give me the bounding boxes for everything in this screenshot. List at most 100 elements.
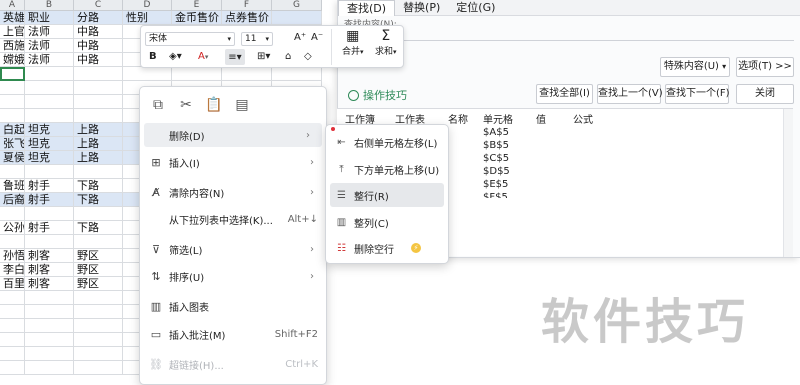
grid-cell[interactable]: 百里玄策 bbox=[0, 277, 25, 291]
grid-cell[interactable] bbox=[25, 347, 74, 361]
grid-cell[interactable] bbox=[25, 81, 74, 95]
column-header[interactable]: G bbox=[272, 0, 322, 11]
grid-cell[interactable]: 刺客 bbox=[25, 249, 74, 263]
submenu-item-entire-row[interactable]: ☰ 整行(R) bbox=[330, 183, 444, 207]
paste-special-icon[interactable]: ▤ bbox=[234, 97, 250, 113]
grid-cell[interactable]: 野区 bbox=[74, 277, 123, 291]
menu-item-filter[interactable]: ⊽ 筛选(L) › bbox=[140, 237, 326, 261]
grid-cell[interactable] bbox=[25, 95, 74, 109]
column-header[interactable]: C bbox=[74, 0, 123, 11]
grid-cell[interactable]: 李白 bbox=[0, 263, 25, 277]
grid-cell[interactable] bbox=[74, 67, 123, 81]
grid-cell[interactable]: 夏侯惇 bbox=[0, 151, 25, 165]
grid-cell[interactable]: 射手 bbox=[25, 179, 74, 193]
grid-cell[interactable]: 鲁班 bbox=[0, 179, 25, 193]
grid-cell[interactable] bbox=[0, 207, 25, 221]
grid-cell[interactable]: 白起 bbox=[0, 123, 25, 137]
font-family-select[interactable]: 宋体 ▾ bbox=[145, 32, 235, 46]
grid-cell[interactable]: 下路 bbox=[74, 179, 123, 193]
grid-cell[interactable] bbox=[123, 67, 172, 81]
grid-cell[interactable] bbox=[25, 361, 74, 375]
grid-cell[interactable] bbox=[74, 361, 123, 375]
grid-cell[interactable]: 上官婉儿 bbox=[0, 25, 25, 39]
grid-cell[interactable]: 职业 bbox=[25, 11, 74, 25]
merge-button[interactable]: ▦ 合并▾ bbox=[342, 28, 364, 57]
align-button[interactable]: ≡▾ bbox=[225, 49, 245, 65]
grid-cell[interactable] bbox=[74, 305, 123, 319]
menu-item-insert[interactable]: ⊞ 插入(I) › bbox=[140, 150, 326, 174]
grid-cell[interactable] bbox=[172, 67, 222, 81]
special-content-button[interactable]: 特殊内容(U) ▾ bbox=[660, 57, 730, 77]
grid-cell[interactable] bbox=[74, 291, 123, 305]
grid-cell[interactable]: 上路 bbox=[74, 123, 123, 137]
column-header[interactable]: A bbox=[0, 0, 25, 11]
column-header[interactable]: F bbox=[222, 0, 272, 11]
grid-cell[interactable]: 后裔 bbox=[0, 193, 25, 207]
table-row[interactable] bbox=[0, 67, 340, 81]
menu-item-insert-chart[interactable]: ▥ 插入图表 bbox=[140, 294, 326, 318]
find-next-button[interactable]: 查找下一个(F) bbox=[665, 84, 730, 104]
grid-cell[interactable]: 孙悟空 bbox=[0, 249, 25, 263]
grid-cell[interactable]: 坦克 bbox=[25, 123, 74, 137]
grid-cell[interactable]: 西施 bbox=[0, 39, 25, 53]
result-cell[interactable]: $B$5 bbox=[483, 140, 509, 151]
grid-cell[interactable] bbox=[0, 109, 25, 123]
submenu-item-shift-left[interactable]: ⇤ 右侧单元格左移(L) bbox=[330, 130, 444, 154]
font-size-select[interactable]: 11 ▾ bbox=[241, 32, 273, 46]
grid-cell[interactable] bbox=[74, 347, 123, 361]
grid-cell[interactable] bbox=[25, 305, 74, 319]
grid-cell[interactable]: 坦克 bbox=[25, 151, 74, 165]
grid-cell[interactable] bbox=[74, 319, 123, 333]
paste-icon[interactable]: 📋 bbox=[205, 97, 222, 113]
copy-icon[interactable]: ⧉ bbox=[150, 97, 166, 113]
find-all-button[interactable]: 查找全部(I) bbox=[536, 84, 593, 104]
tab-replace[interactable]: 替换(P) bbox=[395, 0, 448, 16]
grid-cell[interactable]: 射手 bbox=[25, 221, 74, 235]
result-cell[interactable]: $F$5 bbox=[483, 192, 508, 198]
grid-cell[interactable]: 刺客 bbox=[25, 277, 74, 291]
grid-cell[interactable]: 野区 bbox=[74, 263, 123, 277]
grid-cell[interactable] bbox=[74, 81, 123, 95]
format-painter-button[interactable]: ⌂ bbox=[285, 51, 291, 62]
grid-cell[interactable]: 刺客 bbox=[25, 263, 74, 277]
grid-cell[interactable]: 性别 bbox=[123, 11, 172, 25]
grid-cell[interactable] bbox=[25, 235, 74, 249]
grid-cell[interactable]: 点券售价 bbox=[222, 11, 272, 25]
options-button[interactable]: 选项(T) >> bbox=[736, 57, 794, 77]
cut-icon[interactable]: ✂ bbox=[178, 97, 194, 113]
grid-cell[interactable] bbox=[25, 67, 74, 81]
grid-cell[interactable]: 金币售价 bbox=[172, 11, 222, 25]
menu-item-delete[interactable]: 删除(D) › bbox=[144, 123, 322, 147]
results-scrollbar[interactable] bbox=[783, 109, 793, 257]
submenu-item-entire-column[interactable]: ▥ 整列(C) bbox=[330, 210, 444, 234]
grid-cell[interactable] bbox=[25, 109, 74, 123]
grid-cell[interactable]: 法师 bbox=[25, 53, 74, 67]
tab-goto[interactable]: 定位(G) bbox=[448, 0, 503, 16]
grid-cell[interactable] bbox=[0, 165, 25, 179]
tab-find[interactable]: 查找(D) bbox=[338, 0, 396, 16]
column-header[interactable]: D bbox=[123, 0, 172, 11]
sum-button[interactable]: Σ 求和▾ bbox=[375, 28, 397, 57]
grid-cell[interactable]: 下路 bbox=[74, 221, 123, 235]
grid-cell[interactable] bbox=[0, 81, 25, 95]
grid-cell[interactable] bbox=[222, 67, 272, 81]
grid-cell[interactable] bbox=[0, 235, 25, 249]
grid-cell[interactable] bbox=[25, 319, 74, 333]
grid-cell[interactable] bbox=[0, 333, 25, 347]
result-cell[interactable]: $E$5 bbox=[483, 179, 508, 190]
grid-cell[interactable] bbox=[25, 291, 74, 305]
grid-cell[interactable] bbox=[25, 207, 74, 221]
grid-cell[interactable]: 上路 bbox=[74, 137, 123, 151]
grid-cell[interactable]: 嫦娥 bbox=[0, 53, 25, 67]
borders-button[interactable]: ⊞▾ bbox=[257, 51, 270, 62]
menu-item-insert-comment[interactable]: ▭ 插入批注(M) Shift+F2 bbox=[140, 322, 326, 346]
grid-cell[interactable] bbox=[0, 319, 25, 333]
grid-cell[interactable] bbox=[0, 361, 25, 375]
clear-format-button[interactable]: ◇ bbox=[304, 51, 312, 62]
grid-cell[interactable] bbox=[74, 207, 123, 221]
grid-cell[interactable]: 射手 bbox=[25, 193, 74, 207]
menu-item-clear-contents[interactable]: A̸ 清除内容(N) › bbox=[140, 180, 326, 204]
grid-cell[interactable]: 野区 bbox=[74, 249, 123, 263]
grid-cell[interactable]: 中路 bbox=[74, 39, 123, 53]
fill-color-button[interactable]: ◈▾ bbox=[169, 51, 182, 62]
